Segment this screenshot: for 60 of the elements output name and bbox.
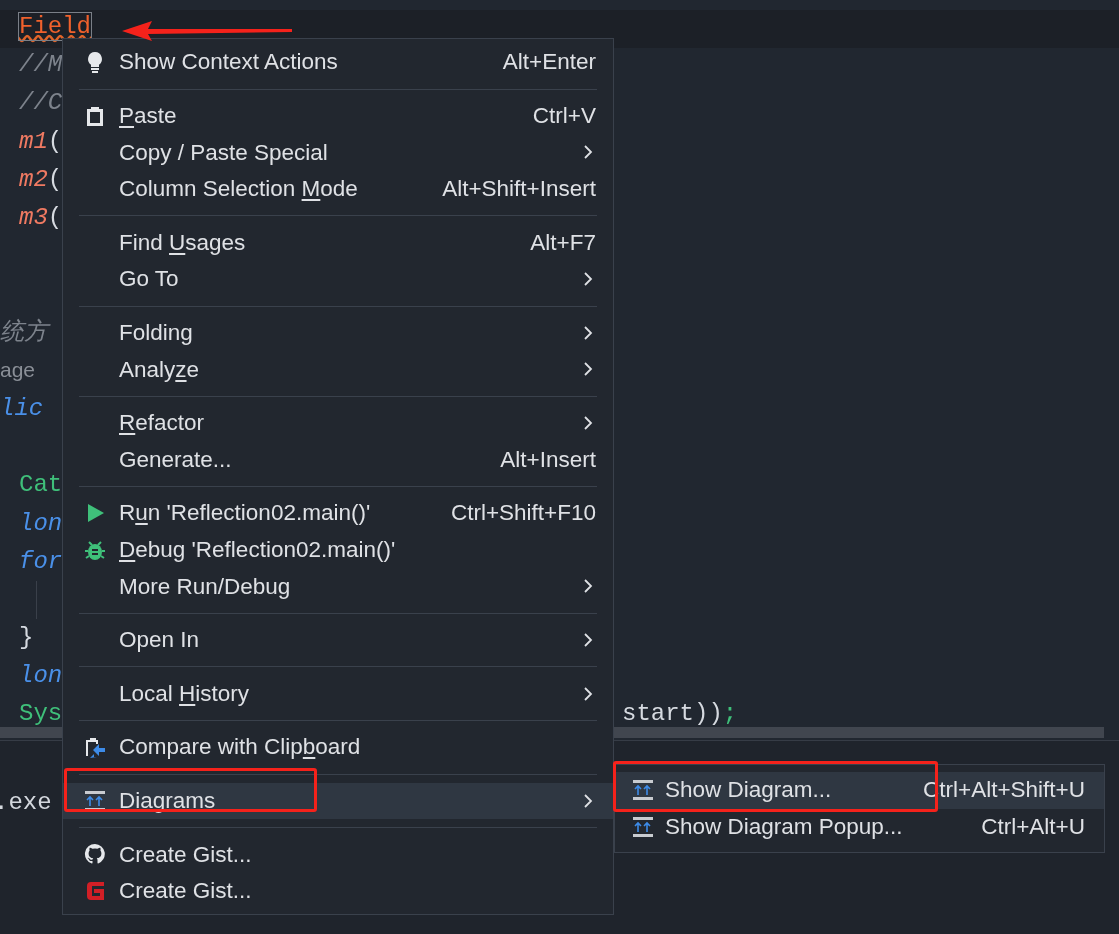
code-text: Sys (19, 699, 63, 730)
chevron-icon (583, 685, 593, 702)
code-text: lon (19, 661, 63, 692)
chevron-icon (583, 578, 593, 595)
chevron-icon (583, 792, 593, 809)
menu-item[interactable]: Open In (63, 621, 613, 659)
clipboard-icon (84, 104, 106, 127)
chevron-icon (583, 415, 593, 432)
chevron-icon (583, 324, 593, 341)
shortcut-label: Alt+Insert (500, 445, 596, 474)
code-text: Cat (19, 470, 63, 501)
menu-item[interactable]: Generate... Alt+Insert (63, 441, 613, 478)
menu-item[interactable]: Find Usages Alt+F7 (63, 224, 613, 261)
shortcut-label: Ctrl+Shift+F10 (450, 499, 596, 528)
shortcut-label: Alt+Enter (502, 48, 596, 77)
console-text: .exe (0, 788, 52, 818)
shortcut-label: Alt+F7 (530, 228, 596, 257)
shortcut-label: Ctrl+Alt+U (981, 813, 1085, 841)
diagram-icon (632, 779, 654, 802)
menu-item[interactable]: Diagrams (63, 782, 613, 820)
code-text: age (0, 356, 36, 383)
code-text: m3( (19, 203, 63, 234)
diagram-icon (84, 789, 106, 812)
diagram-icon (632, 815, 654, 838)
menu-item[interactable]: Go To (63, 260, 613, 298)
chevron-icon (583, 632, 593, 648)
bug-icon (84, 538, 106, 561)
code-text: //C (19, 88, 63, 119)
chevron-icon (583, 144, 593, 161)
menu-item[interactable]: Paste Ctrl+V (63, 97, 613, 135)
menu-item[interactable]: Debug 'Reflection02.main()' (63, 531, 613, 569)
github-icon (84, 843, 106, 866)
code-text: lon (19, 508, 63, 539)
gitee-icon (84, 880, 106, 902)
menu-item[interactable]: Show Diagram Popup... Ctrl+Alt+U (615, 808, 1104, 846)
shortcut-label: Alt+Shift+Insert (442, 175, 596, 204)
chevron-icon (583, 271, 593, 288)
menu-item[interactable]: More Run/Debug (63, 568, 613, 605)
code-text: //M (19, 50, 63, 81)
menu-item[interactable]: Refactor (63, 404, 613, 442)
code-text: Field (19, 12, 91, 43)
code-text: lic (0, 393, 44, 424)
code-text: } (19, 623, 34, 654)
menu-item[interactable]: Copy / Paste Special (63, 134, 613, 171)
code-text: for (19, 546, 63, 577)
menu-item[interactable]: Folding (63, 314, 613, 352)
menu-item[interactable]: Compare with Clipboard (63, 728, 613, 766)
compare-icon (84, 736, 106, 759)
menu-item[interactable]: Column Selection Mode Alt+Shift+Insert (63, 170, 613, 208)
menu-item[interactable]: Analyze (63, 351, 613, 388)
menu-item[interactable]: Run 'Reflection02.main()' Ctrl+Shift+F10 (63, 494, 613, 532)
code-text: start)); (622, 699, 738, 730)
chevron-icon (583, 361, 593, 378)
code-text: m1( (19, 126, 63, 157)
code-text: m2( (19, 164, 63, 195)
shortcut-label: Ctrl+V (532, 102, 596, 130)
menu-item[interactable]: Local History (63, 675, 613, 712)
menu-item[interactable]: Create Gist... (63, 836, 613, 873)
menu-item[interactable]: Create Gist... (63, 872, 613, 910)
menu-item[interactable]: Show Context Actions Alt+Enter (63, 44, 613, 81)
